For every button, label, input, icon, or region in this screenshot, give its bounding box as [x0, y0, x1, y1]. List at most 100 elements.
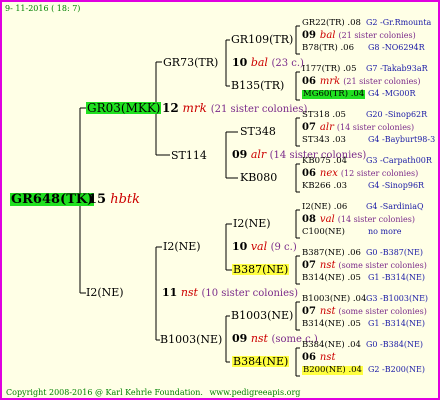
gen1-upper-num: 12: [162, 101, 179, 115]
gen2-i2ne-info: 11 nst (10 sister colonies): [162, 287, 298, 299]
gen4-num: 06: [302, 352, 316, 363]
gen4-bottom-label[interactable]: ST343 .03: [302, 136, 346, 145]
root-queen-year: 15 hbtk: [88, 193, 140, 206]
gen2-st114-num: 09: [232, 148, 248, 161]
report-date: 9- 11-2016 ( 18: 7): [5, 4, 81, 13]
gen4-bottom-label[interactable]: B314(NE) .05: [302, 320, 361, 329]
gen4-sisters: (21 sister colonies): [343, 77, 421, 86]
gen4-top-label[interactable]: ST318 .05: [302, 111, 346, 120]
gen1-upper-sisters: (21 sister colonies): [210, 104, 308, 115]
gen4-middle-info: 07 nst (some sister colonies): [302, 307, 427, 317]
gen1-upper-code: mrk: [182, 101, 207, 115]
gen4-middle-info: 06 nex (12 sister colonies): [302, 169, 418, 179]
root-queen-label[interactable]: GR648(TK): [10, 193, 95, 206]
gen3-b1003-num: 09: [232, 332, 248, 345]
gen4-bottom-label[interactable]: B200(NE) .04: [302, 366, 363, 375]
gen3-b384-label[interactable]: B384(NE): [232, 356, 290, 367]
gen4-top-label[interactable]: I177(TR) .05: [302, 65, 357, 74]
gen4-num: 07: [302, 306, 316, 317]
gen4-middle-info: 06 mrk (21 sister colonies): [302, 77, 421, 87]
gen4-code: nst: [319, 306, 336, 317]
gen3-i2ne-num: 10: [232, 240, 248, 253]
gen2-i2ne-label[interactable]: I2(NE): [163, 241, 201, 252]
gen4-bottom-id[interactable]: G2 -B200(NE): [368, 366, 425, 374]
site-link[interactable]: www.pedigreeapis.org: [209, 388, 300, 397]
gen4-code: nst: [319, 352, 336, 363]
gen4-bottom-id[interactable]: G8 -NO6294R: [368, 44, 425, 52]
gen3-gr109-info: 10 bal (23 c.): [232, 57, 304, 69]
gen4-middle-info: 07 nst (some sister colonies): [302, 261, 427, 271]
gen1-lower-label[interactable]: I2(NE): [86, 287, 124, 298]
gen3-gr109-num: 10: [232, 56, 248, 69]
gen3-gr109-label[interactable]: GR109(TR): [231, 34, 293, 45]
gen4-bottom-id[interactable]: no more: [368, 228, 401, 236]
gen3-b135-label[interactable]: B135(TR): [231, 80, 284, 91]
gen4-bottom-id[interactable]: G4 -Bayburt98-3: [368, 136, 435, 144]
gen4-num: 09: [302, 30, 316, 41]
gen4-top-label[interactable]: B1003(NE) .04: [302, 295, 366, 304]
gen3-i2ne-info: 10 val (9 c.): [232, 241, 297, 253]
gen3-i2ne-sisters: (9 c.): [270, 242, 297, 253]
gen4-bottom-label[interactable]: KB266 .03: [302, 182, 347, 191]
gen4-top-id[interactable]: G0 -B384(NE): [366, 341, 423, 349]
gen1-upper-info: 12 mrk (21 sister colonies): [162, 102, 307, 115]
gen4-bottom-label[interactable]: C100(NE): [302, 228, 345, 237]
copyright-text: Copyright 2008-2016 @ Karl Kehrle Founda…: [6, 388, 203, 397]
gen2-st114-label[interactable]: ST114: [171, 150, 207, 161]
gen4-bottom-id[interactable]: G1 -B314(NE): [368, 274, 425, 282]
gen2-i2ne-num: 11: [162, 286, 178, 299]
gen4-top-id[interactable]: G0 -B387(NE): [366, 249, 423, 257]
gen3-st348-label[interactable]: ST348: [240, 126, 276, 137]
gen3-i2ne-label[interactable]: I2(NE): [233, 218, 271, 229]
gen4-bottom-id[interactable]: G1 -B314(NE): [368, 320, 425, 328]
gen4-top-id[interactable]: G3 -Carpath00R: [366, 157, 432, 165]
gen4-code: alr: [319, 122, 334, 133]
gen4-code: bal: [319, 30, 336, 41]
gen4-num: 06: [302, 168, 316, 179]
gen4-top-label[interactable]: I2(NE) .06: [302, 203, 347, 212]
gen4-code: nex: [319, 168, 338, 179]
gen3-b387-label[interactable]: B387(NE): [232, 264, 290, 275]
gen4-bottom-label[interactable]: MG60(TR) .04: [302, 90, 366, 99]
gen4-top-id[interactable]: G3 -B1003(NE): [366, 295, 428, 303]
gen4-sisters: (12 sister colonies): [340, 169, 419, 178]
gen3-gr109-code: bal: [250, 56, 268, 69]
pedigree-frame: 9- 11-2016 ( 18: 7) Copyright 2008-2016 …: [0, 0, 440, 400]
gen2-gr73-label[interactable]: GR73(TR): [163, 57, 218, 68]
gen4-num: 07: [302, 260, 316, 271]
gen4-bottom-id[interactable]: G4 -Sinop96R: [368, 182, 424, 190]
gen4-bottom-id[interactable]: G4 -MG00R: [368, 90, 416, 98]
gen3-i2ne-code: val: [250, 240, 268, 253]
gen4-num: 06: [302, 76, 316, 87]
gen1-upper-label[interactable]: GR03(MKK): [86, 102, 162, 114]
gen4-sisters: (14 sister colonies): [336, 123, 415, 132]
gen2-st114-code: alr: [250, 148, 267, 161]
gen4-bottom-label[interactable]: B314(NE) .05: [302, 274, 361, 283]
gen4-num: 08: [302, 214, 316, 225]
gen4-num: 07: [302, 122, 316, 133]
gen4-top-id[interactable]: G4 -SardiniaQ: [366, 203, 424, 211]
gen4-top-label[interactable]: B384(NE) .04: [302, 341, 361, 350]
root-year-num: 15: [88, 192, 107, 207]
gen4-top-id[interactable]: G7 -Takab93aR: [366, 65, 428, 73]
gen4-top-label[interactable]: GR22(TR) .08: [302, 19, 361, 28]
gen4-top-id[interactable]: G2 -Gr.Rmounta: [366, 19, 431, 27]
gen4-bottom-label[interactable]: B78(TR) .06: [302, 44, 354, 53]
gen3-b1003-code: nst: [250, 332, 268, 345]
gen4-code: mrk: [319, 76, 341, 87]
gen4-middle-info: 06 nst: [302, 353, 339, 363]
gen4-middle-info: 09 bal (21 sister colonies): [302, 31, 416, 41]
gen3-b1003-label[interactable]: B1003(NE): [231, 310, 293, 321]
gen4-top-label[interactable]: B387(NE) .06: [302, 249, 361, 258]
footer-copyright: Copyright 2008-2016 @ Karl Kehrle Founda…: [6, 389, 300, 397]
gen2-b1003-label[interactable]: B1003(NE): [160, 334, 222, 345]
gen4-top-id[interactable]: G20 -Sinop62R: [366, 111, 427, 119]
gen4-sisters: (14 sister colonies): [337, 215, 416, 224]
gen4-sisters: (some sister colonies): [338, 307, 427, 316]
gen4-code: nst: [319, 260, 336, 271]
gen4-sisters: (some sister colonies): [338, 261, 427, 270]
gen3-gr109-sisters: (23 c.): [271, 58, 304, 69]
gen4-top-label[interactable]: KB075 .04: [302, 157, 347, 166]
gen4-middle-info: 07 alr (14 sister colonies): [302, 123, 414, 133]
gen3-kb080-label[interactable]: KB080: [240, 172, 277, 183]
